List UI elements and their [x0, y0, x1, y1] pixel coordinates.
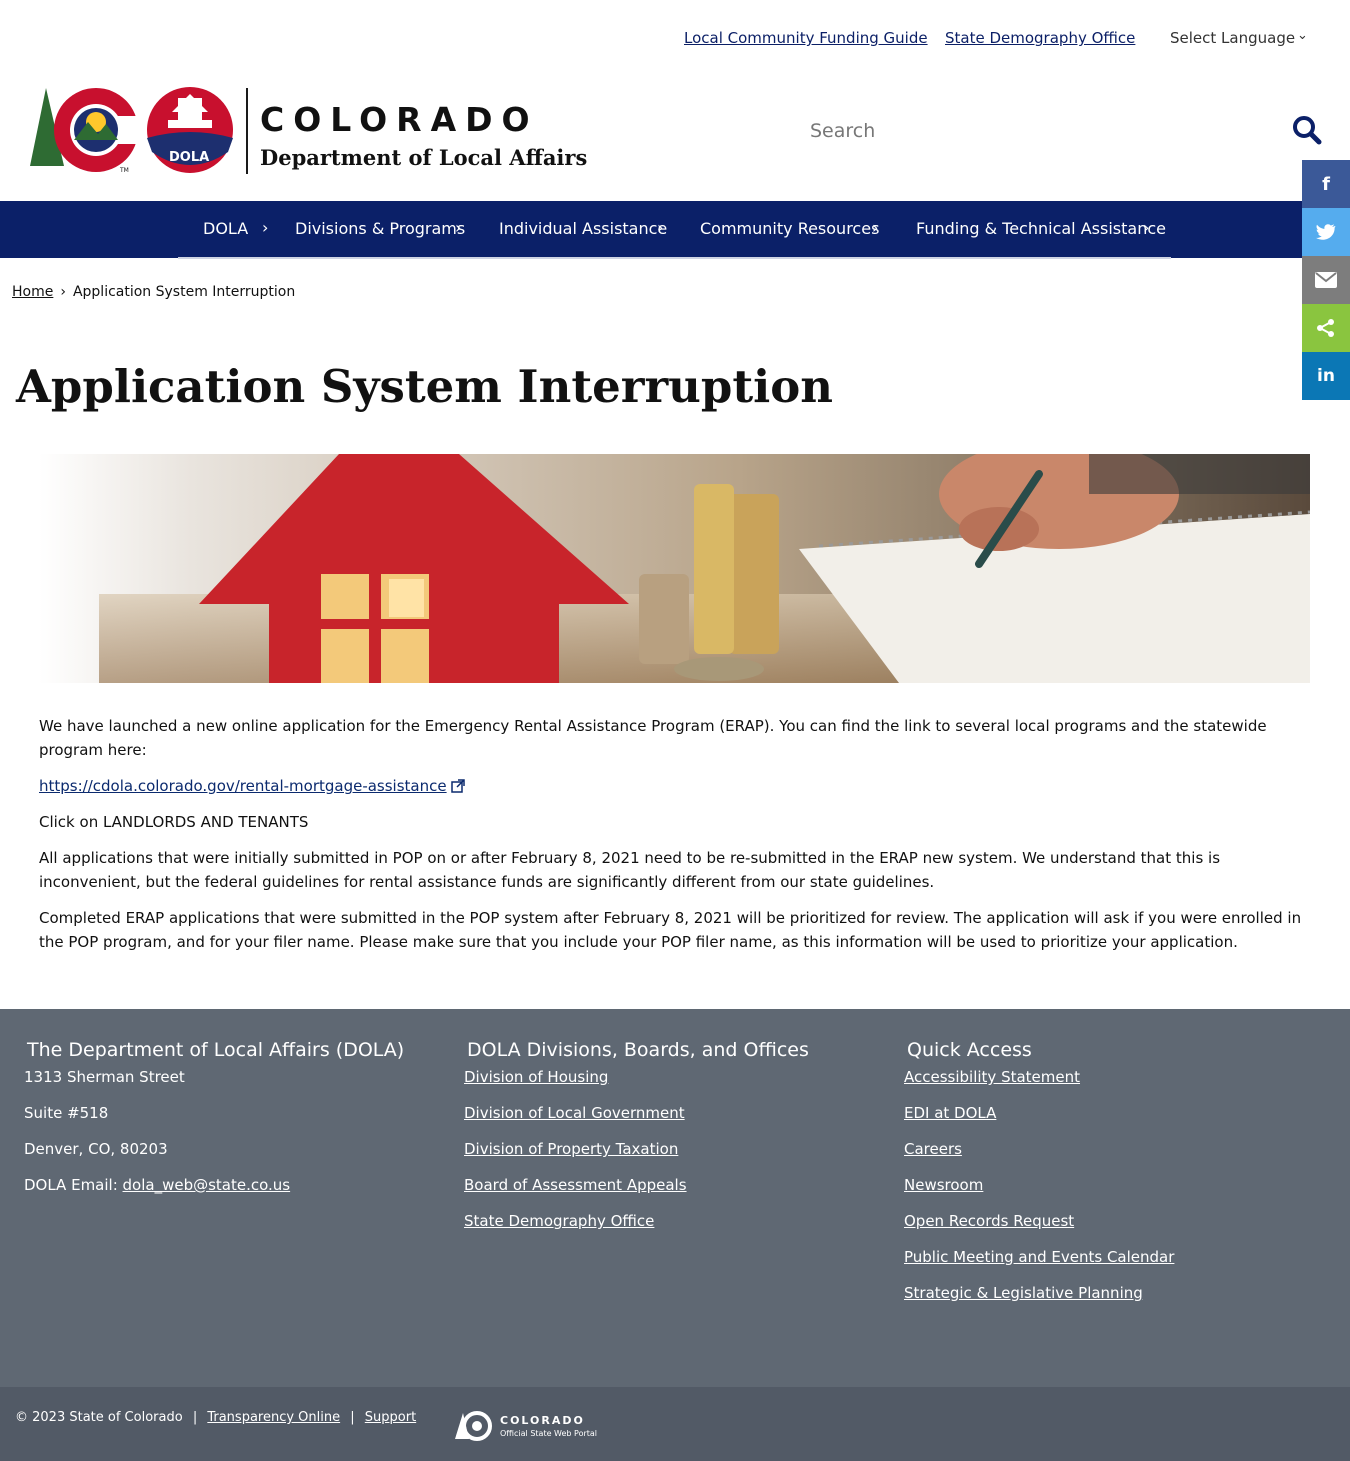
footer-link-edi-at-dola[interactable]: EDI at DOLA — [904, 1104, 996, 1122]
bottom-separator: | — [192, 1410, 198, 1425]
footer-email: DOLA Email: dola_web@state.co.us — [24, 1175, 290, 1211]
footer-link-careers[interactable]: Careers — [904, 1140, 962, 1158]
copyright-text: © 2023 State of Colorado — [15, 1410, 183, 1425]
nav-item-funding-technical-assistance[interactable]: Funding & Technical Assistance — [916, 219, 1166, 238]
house-and-coins-illustration — [39, 454, 1310, 683]
portal-subtitle: Official State Web Portal — [500, 1429, 598, 1438]
hero-image — [39, 454, 1310, 683]
email-icon — [1315, 272, 1337, 288]
support-link[interactable]: Support — [365, 1410, 416, 1425]
chevron-right-icon: › — [872, 218, 879, 237]
footer-address: 1313 Sherman Street Suite #518 Denver, C… — [24, 1067, 290, 1211]
svg-text:TM: TM — [119, 167, 129, 174]
utility-bar: Local Community Funding Guide State Demo… — [0, 0, 1350, 78]
bottom-bar: © 2023 State of Colorado | Transparency … — [0, 1387, 1350, 1461]
paragraph-resubmission: All applications that were initially sub… — [39, 849, 1221, 891]
nav-item-individual-assistance[interactable]: Individual Assistance — [499, 219, 667, 238]
footer-col-dola: The Department of Local Affairs (DOLA) — [27, 1039, 404, 1061]
twitter-icon — [1316, 224, 1336, 240]
dola-email-link[interactable]: dola_web@state.co.us — [123, 1176, 291, 1194]
chevron-right-icon: › — [455, 218, 462, 237]
colorado-wordmark: COLORADO — [260, 100, 539, 139]
footer-col-quick-access: Quick Access — [907, 1039, 1032, 1061]
footer-link-strategic-legislative-planning[interactable]: Strategic & Legislative Planning — [904, 1284, 1143, 1302]
address-line: 1313 Sherman Street — [24, 1068, 185, 1086]
linkedin-icon: in — [1317, 366, 1335, 386]
footer-link-division-of-housing[interactable]: Division of Housing — [464, 1068, 608, 1086]
main-nav: DOLA › Divisions & Programs › Individual… — [0, 201, 1350, 258]
share-icon — [1317, 319, 1334, 337]
nav-underline — [178, 257, 1171, 259]
paragraph-link: https://cdola.colorado.gov/rental-mortga… — [39, 774, 1314, 798]
breadcrumb-current: Application System Interruption — [72, 284, 296, 300]
external-link-icon — [450, 779, 465, 793]
footer-link-division-of-property-taxation[interactable]: Division of Property Taxation — [464, 1140, 678, 1158]
portal-name: COLORADO — [500, 1414, 585, 1427]
logo-divider — [246, 88, 248, 174]
search-button[interactable] — [1290, 114, 1324, 148]
breadcrumb-home-link[interactable]: Home — [12, 284, 53, 300]
chevron-right-icon: › — [1143, 218, 1150, 237]
footer-link-accessibility-statement[interactable]: Accessibility Statement — [904, 1068, 1080, 1086]
footer-link-state-demography-office[interactable]: State Demography Office — [464, 1212, 654, 1230]
footer-heading-quick-access: Quick Access — [907, 1039, 1032, 1061]
facebook-share-button[interactable]: f — [1302, 160, 1350, 208]
article-body: We have launched a new online applicatio… — [39, 714, 1314, 966]
breadcrumb: Home › Application System Interruption — [12, 284, 295, 300]
paragraph-prioritization: Completed ERAP applications that were su… — [39, 909, 1302, 951]
search-input[interactable] — [810, 114, 1280, 148]
address-line: Denver, CO, 80203 — [24, 1140, 168, 1158]
page-title: Application System Interruption — [16, 360, 833, 413]
facebook-icon: f — [1322, 173, 1330, 195]
search-icon — [1293, 115, 1322, 144]
site-header: TM DOLA COLORADO Department of Local Aff… — [0, 78, 1350, 201]
state-demography-office-link[interactable]: State Demography Office — [945, 29, 1135, 47]
nav-item-dola[interactable]: DOLA — [203, 219, 248, 238]
local-community-funding-guide-link[interactable]: Local Community Funding Guide — [684, 29, 928, 47]
rental-mortgage-assistance-link[interactable]: https://cdola.colorado.gov/rental-mortga… — [39, 777, 447, 795]
dola-badge-text: DOLA — [169, 150, 210, 165]
paragraph-intro: We have launched a new online applicatio… — [39, 717, 1267, 759]
breadcrumb-separator: › — [60, 284, 66, 300]
footer-link-public-meeting-events-calendar[interactable]: Public Meeting and Events Calendar — [904, 1248, 1174, 1266]
chevron-right-icon: › — [657, 218, 664, 237]
address-line: Suite #518 — [24, 1104, 109, 1122]
site-footer: The Department of Local Affairs (DOLA) 1… — [0, 1009, 1350, 1387]
twitter-share-button[interactable] — [1302, 208, 1350, 256]
footer-heading-divisions: DOLA Divisions, Boards, and Offices — [467, 1039, 809, 1061]
generic-share-button[interactable] — [1302, 304, 1350, 352]
footer-col-divisions: DOLA Divisions, Boards, and Offices — [467, 1039, 809, 1061]
footer-heading-dola: The Department of Local Affairs (DOLA) — [27, 1039, 405, 1061]
bottom-separator: | — [350, 1410, 355, 1425]
footer-divisions-list: Division of Housing Division of Local Go… — [464, 1067, 687, 1247]
department-name: Department of Local Affairs — [260, 145, 588, 170]
footer-link-open-records-request[interactable]: Open Records Request — [904, 1212, 1074, 1230]
footer-link-division-of-local-government[interactable]: Division of Local Government — [464, 1104, 685, 1122]
linkedin-share-button[interactable]: in — [1302, 352, 1350, 400]
dola-logo[interactable]: TM DOLA COLORADO Department of Local Aff… — [28, 86, 588, 176]
email-share-button[interactable] — [1302, 256, 1350, 304]
colorado-portal-logo-icon — [455, 1411, 492, 1441]
transparency-online-link[interactable]: Transparency Online — [207, 1410, 340, 1425]
nav-item-divisions-programs[interactable]: Divisions & Programs — [295, 219, 465, 238]
nav-item-community-resources[interactable]: Community Resources — [700, 219, 879, 238]
footer-link-newsroom[interactable]: Newsroom — [904, 1176, 983, 1194]
chevron-right-icon: › — [262, 218, 269, 237]
language-select[interactable]: Select Language — [1170, 29, 1295, 47]
paragraph-click-instruction: Click on LANDLORDS AND TENANTS — [39, 813, 309, 831]
bottom-legal: © 2023 State of Colorado | Transparency … — [15, 1410, 416, 1425]
chevron-down-icon[interactable]: ⌄ — [1297, 28, 1308, 43]
footer-link-board-of-assessment-appeals[interactable]: Board of Assessment Appeals — [464, 1176, 687, 1194]
footer-quick-access-list: Accessibility Statement EDI at DOLA Care… — [904, 1067, 1174, 1319]
colorado-portal-logo[interactable]: COLORADO Official State Web Portal — [455, 1411, 598, 1443]
email-label: DOLA Email: — [24, 1176, 123, 1194]
